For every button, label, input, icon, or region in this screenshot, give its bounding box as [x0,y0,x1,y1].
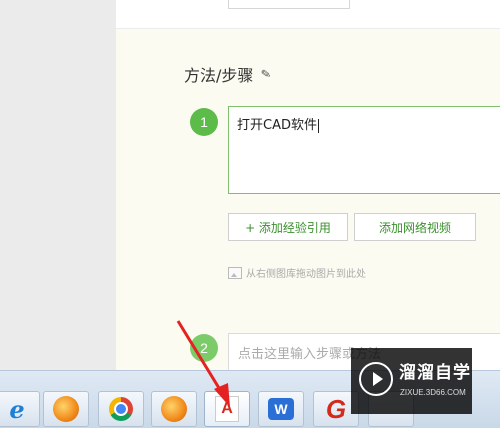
watermark-subtitle: ZIXUE.3D66.COM [400,388,466,397]
text-caret [317,118,319,133]
pencil-icon[interactable]: ✎ [260,66,272,82]
image-icon [228,266,242,279]
watermark-title: 溜溜自学 [399,363,471,383]
section-title: 方法/步骤 ✎ [184,62,273,86]
top-strip [116,0,500,29]
chrome-center [114,402,128,416]
left-gutter [0,0,116,370]
drag-image-hint: 从右侧图库拖动图片到此处 [228,265,366,280]
add-web-video-button[interactable]: 添加网络视频 [354,213,476,241]
g-app-icon: G [325,393,347,424]
taskbar-fox-button[interactable] [43,391,89,427]
wps-icon: W [268,398,294,420]
step-1-text: 打开CAD软件 [237,118,317,133]
arrow-shaft [176,320,224,394]
section-title-text: 方法/步骤 [184,66,254,85]
drag-hint-text: 从右侧图库拖动图片到此处 [246,269,366,280]
taskbar-wps-button[interactable]: W [258,391,304,427]
top-input-box[interactable] [228,0,350,9]
annotation-arrow [176,320,230,407]
play-icon [359,362,393,396]
add-experience-reference-button[interactable]: + 添加经验引用 [228,213,348,241]
step-1-input[interactable]: 打开CAD软件 [228,106,500,194]
taskbar-chrome-button[interactable] [98,391,144,427]
fox-icon [53,396,79,422]
ie-icon: e [9,394,25,424]
chrome-icon [109,397,133,421]
play-triangle [372,372,383,386]
watermark-logo: 溜溜自学 ZIXUE.3D66.COM [351,348,472,414]
taskbar-ie-button[interactable]: e [0,391,40,427]
step-1-text-wrap: 打开CAD软件 [237,114,319,133]
step-number-1: 1 [190,108,218,136]
